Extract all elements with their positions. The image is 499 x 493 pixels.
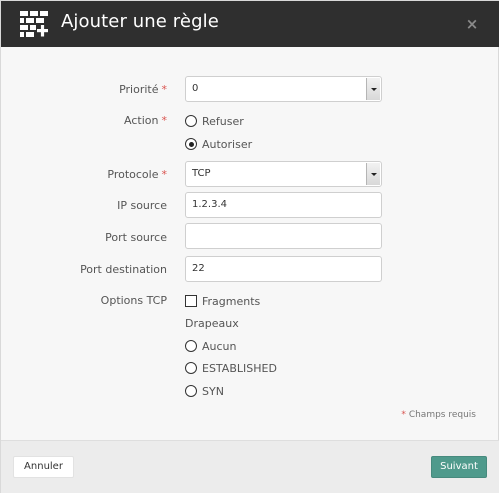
cancel-button[interactable]: Annuler [13, 456, 74, 478]
ip-source-label: IP source [117, 199, 167, 212]
next-button[interactable]: Suivant [431, 456, 487, 478]
required-asterisk: * [161, 83, 168, 96]
priority-value: 0 [192, 83, 199, 94]
protocol-select[interactable]: TCP [185, 161, 382, 187]
chevron-down-icon[interactable] [366, 78, 380, 100]
radio-refuser[interactable] [185, 115, 197, 127]
radio-established[interactable] [185, 362, 197, 374]
required-asterisk: * [161, 114, 168, 127]
protocol-label: Protocole * [107, 168, 168, 181]
flag-option-aucun[interactable]: Aucun [185, 339, 237, 353]
port-destination-label: Port destination [80, 263, 167, 276]
ip-source-input[interactable]: 1.2.3.4 [185, 192, 382, 218]
port-source-input[interactable] [185, 223, 382, 249]
port-source-label: Port source [105, 231, 167, 244]
close-icon[interactable]: × [464, 16, 480, 32]
radio-aucun[interactable] [185, 340, 197, 352]
fragments-checkbox-row[interactable]: Fragments [185, 294, 260, 308]
flag-option-established[interactable]: ESTABLISHED [185, 361, 277, 375]
required-asterisk: * [161, 168, 168, 181]
action-option-autoriser[interactable]: Autoriser [185, 137, 252, 151]
priority-select[interactable]: 0 [185, 76, 382, 102]
priority-label: Priorité * [119, 83, 168, 96]
port-destination-input[interactable]: 22 [185, 256, 382, 282]
fragments-checkbox[interactable] [185, 295, 197, 307]
add-rule-dialog: Ajouter une règle × Priorité * 0 Action * … [0, 0, 499, 493]
protocol-value: TCP [192, 168, 211, 179]
firewall-add-icon [20, 11, 48, 37]
flag-option-syn[interactable]: SYN [185, 384, 224, 398]
required-fields-note: * Champs requis [401, 410, 476, 420]
radio-autoriser[interactable] [185, 138, 197, 150]
chevron-down-icon[interactable] [366, 163, 380, 185]
dialog-header: Ajouter une règle × [1, 1, 499, 47]
tcp-options-label: Options TCP [100, 294, 167, 307]
radio-syn[interactable] [185, 385, 197, 397]
action-option-refuser[interactable]: Refuser [185, 114, 244, 128]
flags-heading: Drapeaux [185, 317, 239, 330]
dialog-title: Ajouter une règle [61, 11, 219, 32]
dialog-footer: Annuler Suivant [1, 440, 499, 493]
action-label: Action * [124, 114, 168, 127]
